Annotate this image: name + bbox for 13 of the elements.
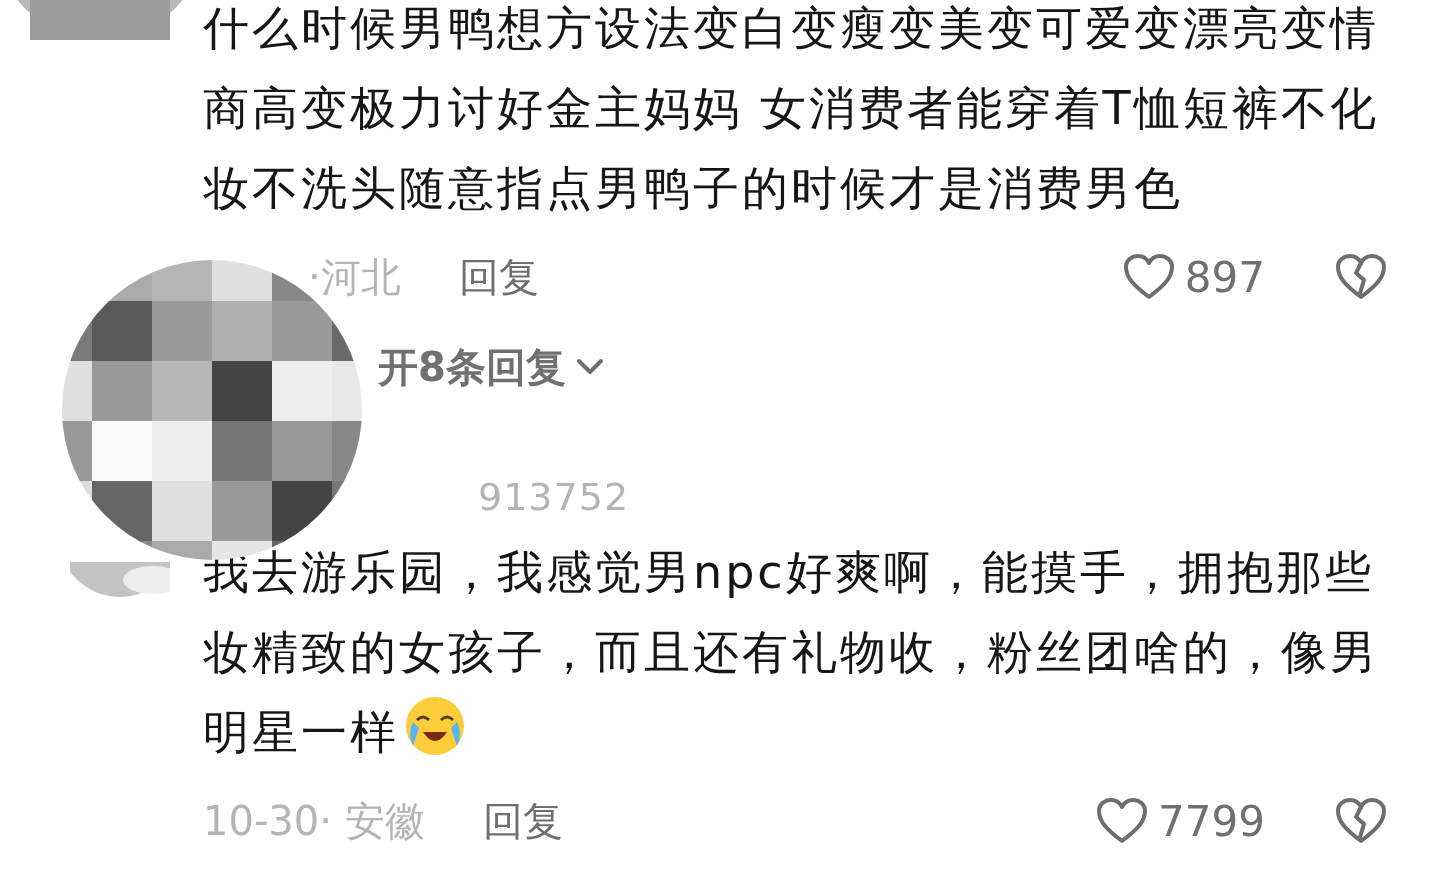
- broken-heart-icon[interactable]: [1335, 253, 1387, 301]
- broken-heart-icon[interactable]: [1335, 797, 1387, 845]
- comment-text: 什么时候男鸭想方设法变白变瘦变美变可爱变漂亮变情商高变极力讨好金主妈妈 女消费者能穿着T恤短裤不化妆不洗头随意指点男鸭子的时候才是消费男色: [203, 0, 1380, 217]
- like-count: 897: [1184, 252, 1265, 302]
- chevron-down-icon[interactable]: [575, 358, 604, 376]
- expand-replies-link[interactable]: 开8条回复: [378, 339, 566, 395]
- comment-date-location: 10-30· 安徽: [203, 796, 425, 846]
- heart-icon[interactable]: [1096, 797, 1149, 845]
- comment-date-location: ·河北: [308, 252, 401, 302]
- reply-link[interactable]: 回复: [482, 793, 563, 849]
- heart-icon[interactable]: [1122, 253, 1175, 301]
- reply-link[interactable]: 回复: [458, 249, 539, 305]
- like-count: 7799: [1158, 796, 1265, 846]
